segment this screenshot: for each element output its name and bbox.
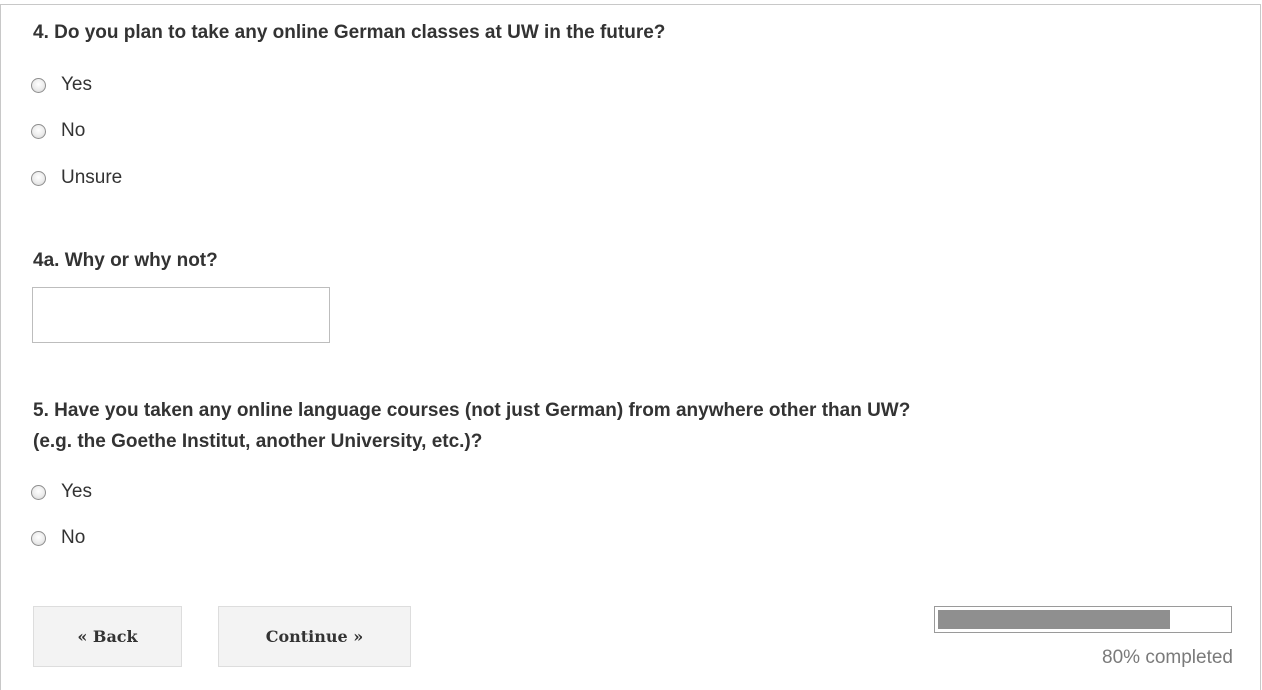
option-label: Unsure <box>61 167 123 188</box>
option-q4-yes[interactable]: Yes <box>31 73 92 97</box>
option-q5-yes[interactable]: Yes <box>31 480 92 504</box>
option-q4-unsure[interactable]: Unsure <box>31 166 122 190</box>
radio-button[interactable] <box>31 170 46 186</box>
option-q5-no[interactable]: No <box>31 526 85 550</box>
question-4-title: 4. Do you plan to take any online German… <box>33 22 666 43</box>
option-label: No <box>61 120 86 141</box>
progress-bar-fill <box>938 610 1170 629</box>
radio-button[interactable] <box>31 123 46 139</box>
option-label: Yes <box>61 74 92 95</box>
frame-left-border <box>0 4 1 690</box>
option-label: No <box>61 527 86 548</box>
question-5-title-line2: (e.g. the Goethe Institut, another Unive… <box>33 431 483 452</box>
progress-bar <box>934 606 1232 633</box>
radio-button[interactable] <box>31 484 46 500</box>
option-label: Yes <box>61 481 92 502</box>
progress-label: 80% completed <box>1102 647 1233 668</box>
question-4a-title: 4a. Why or why not? <box>33 250 218 271</box>
radio-button[interactable] <box>31 77 46 93</box>
frame-top-border <box>0 4 1260 5</box>
continue-button[interactable]: Continue » <box>218 606 411 667</box>
question-5-title-line1: 5. Have you taken any online language co… <box>33 400 911 421</box>
option-q4-no[interactable]: No <box>31 119 85 143</box>
back-button[interactable]: « Back <box>33 606 182 667</box>
why-text-input[interactable] <box>32 287 330 343</box>
radio-button[interactable] <box>31 530 46 546</box>
frame-right-border <box>1260 4 1261 690</box>
